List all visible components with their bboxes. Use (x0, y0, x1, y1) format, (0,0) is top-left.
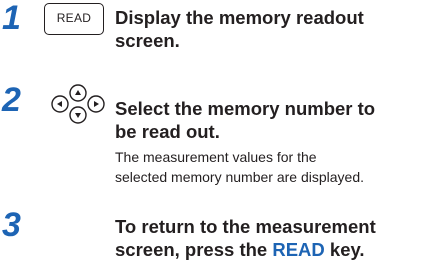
step-title-text: key. (324, 239, 365, 260)
read-key-reference: READ (272, 239, 325, 260)
arrow-keys-icon (51, 84, 105, 124)
step-title-line: screen, press the READ key. (115, 238, 376, 261)
read-key-icon: READ (44, 3, 104, 35)
step-title-text: screen, press the (115, 239, 273, 260)
step-title-line: screen. (115, 30, 180, 51)
step-number: 3 (2, 206, 21, 244)
step-title: Display the memory readout screen. (115, 6, 364, 52)
step-description-line: selected memory number are displayed. (115, 169, 365, 185)
step-title: To return to the measurement screen, pre… (115, 215, 376, 261)
step-title: Select the memory number to be read out. (115, 97, 375, 143)
step-description: The measurement values for the selected … (115, 147, 364, 187)
step-number: 1 (2, 0, 21, 37)
step-number: 2 (2, 81, 21, 119)
step-title-line: Display the memory readout (115, 7, 364, 28)
step-title-line: To return to the measurement (115, 216, 376, 237)
step-title-line: be read out. (115, 121, 220, 142)
step-description-line: The measurement values for the (115, 149, 317, 165)
step-title-line: Select the memory number to (115, 98, 376, 119)
